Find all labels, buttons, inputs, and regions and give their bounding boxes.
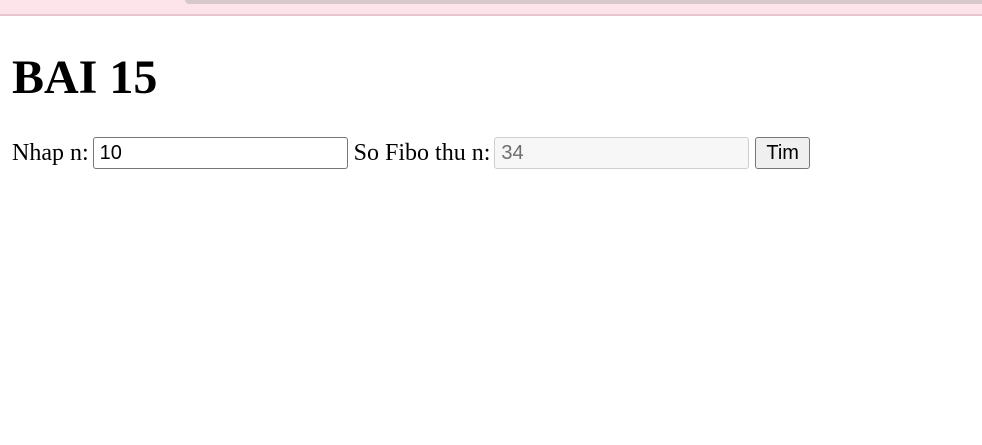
fibo-form: Nhap n: So Fibo thu n: Tim <box>12 137 810 169</box>
find-button[interactable]: Tim <box>755 137 810 169</box>
browser-top-strip <box>0 0 982 16</box>
n-input[interactable] <box>92 137 348 169</box>
n-input-label: Nhap n: <box>12 139 89 166</box>
result-field[interactable] <box>494 137 750 169</box>
page-title: BAI 15 <box>12 51 158 104</box>
browser-tab-edge <box>185 0 982 4</box>
result-label: So Fibo thu n: <box>353 139 491 166</box>
page-content: BAI 15 Nhap n: So Fibo thu n: Tim <box>12 16 810 169</box>
